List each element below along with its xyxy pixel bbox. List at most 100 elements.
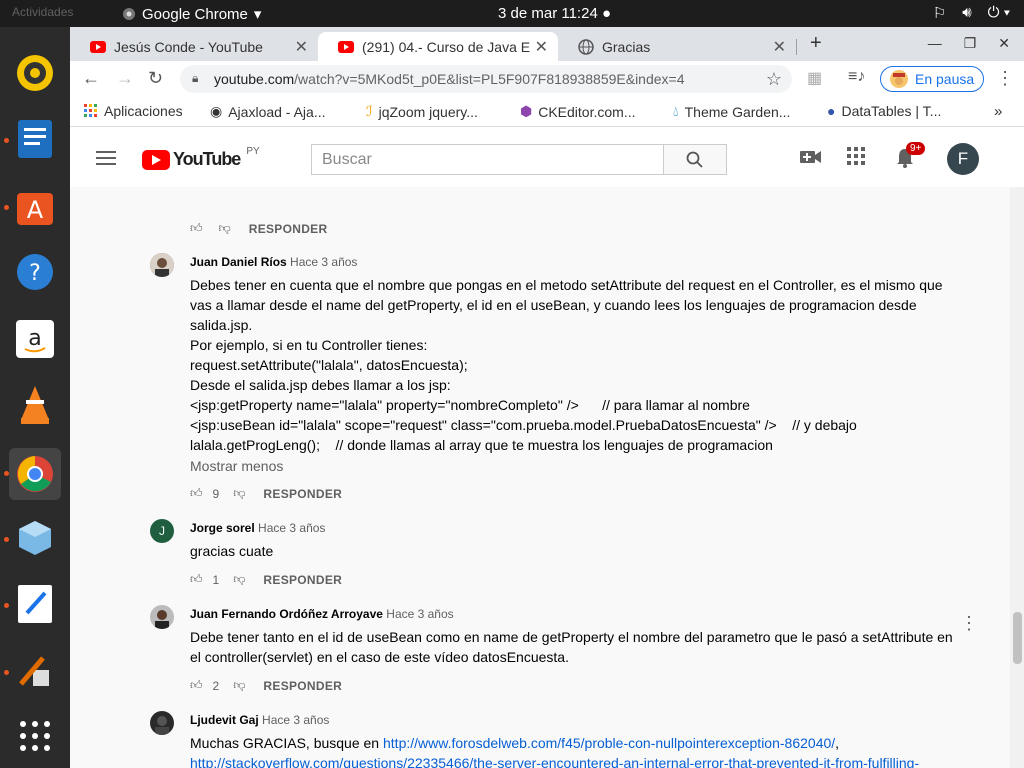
- comment-actions: 👍︎ 2 👎︎ RESPONDER: [190, 678, 342, 693]
- forward-icon[interactable]: →: [116, 68, 134, 89]
- more-bookmarks-icon[interactable]: »: [994, 103, 1002, 120]
- reply-button[interactable]: RESPONDER: [263, 487, 342, 501]
- lock-icon: 🔒︎: [192, 71, 199, 85]
- tab-gracias[interactable]: Gracias ✕: [558, 32, 796, 61]
- rhythmbox-icon[interactable]: [12, 50, 58, 96]
- bookmark-ckeditor[interactable]: ⬢ CKEditor.com...: [520, 103, 636, 120]
- dislike-icon[interactable]: 👎︎: [219, 221, 231, 236]
- extension-icon[interactable]: ▦: [807, 68, 822, 88]
- bookmark-star-icon[interactable]: ☆: [766, 69, 782, 90]
- comment-line: gracias cuate: [190, 543, 274, 559]
- comment-link[interactable]: http://www.forosdelweb.com/f45/proble-co…: [383, 735, 835, 751]
- author-name[interactable]: Juan Daniel Ríos: [190, 255, 287, 269]
- youtube-logo[interactable]: YouTube PY: [142, 146, 260, 170]
- writer-icon[interactable]: [12, 116, 58, 162]
- close-tab-icon[interactable]: ✕: [295, 37, 308, 57]
- svg-text:A: A: [27, 196, 44, 224]
- paused-label: En pausa: [915, 71, 975, 87]
- bookmark-ajaxload[interactable]: ◉ Ajaxload - Aja...: [210, 103, 326, 120]
- vlc-icon[interactable]: [12, 382, 58, 428]
- author-name[interactable]: Ljudevit Gaj: [190, 713, 259, 727]
- show-less-link[interactable]: Mostrar menos: [190, 458, 283, 474]
- chrome-icon[interactable]: [9, 448, 61, 500]
- comment-time[interactable]: Hace 3 años: [258, 521, 325, 535]
- comment-text-fragment: Muchas GRACIAS, busque en: [190, 735, 383, 751]
- region-code: PY: [246, 146, 260, 157]
- help-icon[interactable]: ?: [12, 249, 58, 295]
- create-video-icon[interactable]: [800, 147, 822, 167]
- like-icon[interactable]: 👍︎: [190, 678, 203, 693]
- tab-curso-java[interactable]: (291) 04.- Curso de Java E ✕: [318, 32, 558, 61]
- like-icon[interactable]: 👍︎: [190, 572, 203, 587]
- address-bar[interactable]: 🔒︎ youtube.com/watch?v=5MKod5t_p0E&list=…: [180, 65, 792, 93]
- new-tab-icon[interactable]: +: [810, 32, 822, 55]
- activities-button[interactable]: Actividades: [12, 5, 73, 19]
- author-name[interactable]: Juan Fernando Ordóñez Arroyave: [190, 607, 383, 621]
- network-icon: ⚐: [932, 5, 947, 22]
- like-count: 2: [212, 678, 220, 693]
- profile-paused-button[interactable]: En pausa: [880, 66, 984, 92]
- amazon-icon[interactable]: a: [12, 316, 58, 362]
- text-editor-icon[interactable]: [12, 581, 58, 627]
- dislike-icon[interactable]: 👎︎: [233, 678, 245, 693]
- app-menu[interactable]: Google Chrome ▾: [122, 5, 261, 23]
- comment-author[interactable]: Ljudevit Gaj Hace 3 años: [190, 713, 329, 727]
- comment-link[interactable]: http://stackoverflow.com/questions/22335…: [190, 755, 919, 768]
- comment-line: http://stackoverflow.com/questions/22335…: [190, 753, 970, 768]
- scrollbar[interactable]: [1010, 187, 1024, 768]
- apps-grid-icon: [84, 104, 97, 117]
- virtualbox-icon[interactable]: [12, 515, 58, 561]
- guide-menu-icon[interactable]: [96, 151, 116, 165]
- dislike-icon[interactable]: 👎︎: [233, 486, 245, 501]
- bookmark-label: Theme Garden...: [684, 103, 791, 120]
- reply-button[interactable]: RESPONDER: [263, 573, 342, 587]
- paint-icon[interactable]: [12, 647, 58, 693]
- back-icon[interactable]: ←: [82, 68, 100, 89]
- software-store-icon[interactable]: A: [12, 183, 58, 229]
- reply-button[interactable]: RESPONDER: [249, 222, 328, 236]
- system-tray[interactable]: ⚐ 🔊︎ ⏻ ▾: [933, 4, 1010, 22]
- close-tab-icon[interactable]: ✕: [535, 37, 548, 57]
- bookmark-datatables[interactable]: ● DataTables | T...: [827, 103, 941, 119]
- reply-button[interactable]: RESPONDER: [263, 679, 342, 693]
- comment-line: Debes tener en cuenta que el nombre que …: [190, 277, 943, 293]
- like-icon[interactable]: 👍︎: [190, 221, 203, 236]
- bookmark-jqzoom[interactable]: ℐjqZoom jquery...: [366, 103, 478, 120]
- maximize-icon[interactable]: ❐: [964, 35, 977, 52]
- menu-icon[interactable]: ⋮: [996, 68, 1014, 89]
- notification-badge: 9+: [906, 142, 926, 155]
- avatar[interactable]: [150, 253, 174, 277]
- dislike-icon[interactable]: 👎︎: [233, 572, 245, 587]
- comment-author[interactable]: Jorge sorel Hace 3 años: [190, 521, 325, 535]
- bookmark-theme-garden[interactable]: 💧︎ Theme Garden...: [673, 103, 790, 120]
- reload-icon[interactable]: ↻: [148, 68, 163, 89]
- search-button[interactable]: [663, 144, 727, 175]
- close-tab-icon[interactable]: ✕: [773, 37, 786, 57]
- bookmark-apps[interactable]: Aplicaciones: [84, 103, 183, 119]
- comment-time[interactable]: Hace 3 años: [290, 255, 357, 269]
- comment-time[interactable]: Hace 3 años: [262, 713, 329, 727]
- author-name[interactable]: Jorge sorel: [190, 521, 255, 535]
- comment-author[interactable]: Juan Daniel Ríos Hace 3 años: [190, 255, 357, 269]
- comment-author[interactable]: Juan Fernando Ordóñez Arroyave Hace 3 añ…: [190, 607, 454, 621]
- tab-jesus-conde[interactable]: Jesús Conde - YouTube ✕: [70, 32, 318, 61]
- search-input[interactable]: Buscar: [311, 144, 664, 175]
- scrollbar-thumb[interactable]: [1013, 612, 1022, 664]
- minimize-icon[interactable]: —: [928, 35, 942, 52]
- show-apps-icon[interactable]: [12, 713, 58, 759]
- like-icon[interactable]: 👍︎: [190, 486, 203, 501]
- avatar[interactable]: [150, 605, 174, 629]
- running-indicator: [4, 205, 9, 210]
- avatar[interactable]: J: [150, 519, 174, 543]
- avatar[interactable]: [150, 711, 174, 735]
- comment-time[interactable]: Hace 3 años: [386, 607, 453, 621]
- clock[interactable]: 3 de mar 11:24 ●: [498, 5, 611, 22]
- comment-text: Muchas GRACIAS, busque en http://www.for…: [190, 733, 970, 768]
- user-avatar[interactable]: F: [947, 143, 979, 175]
- media-controls-icon[interactable]: ≡♪: [848, 68, 865, 86]
- bookmark-label: DataTables | T...: [841, 103, 942, 119]
- close-window-icon[interactable]: ✕: [998, 35, 1010, 52]
- apps-icon[interactable]: [847, 147, 865, 165]
- svg-text:a: a: [28, 326, 41, 351]
- bookmark-label: Aplicaciones: [104, 103, 183, 119]
